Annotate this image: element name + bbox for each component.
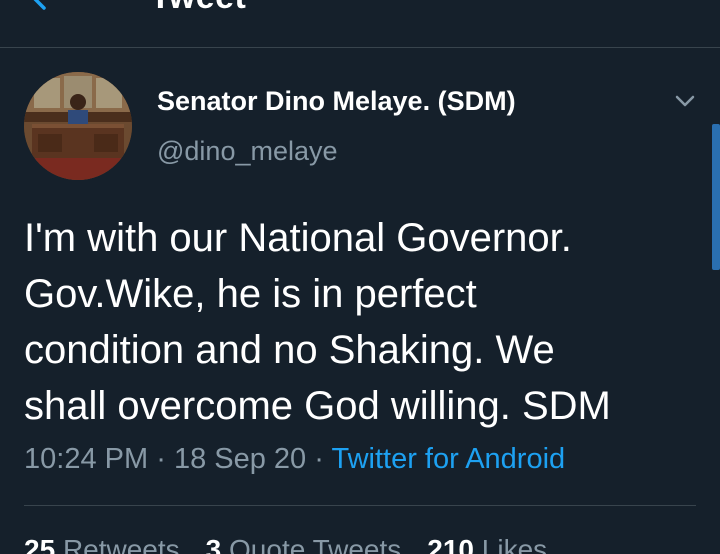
quote-tweets-count: 3 [205,534,222,554]
retweets-count: 25 [24,534,56,554]
quote-tweets-stat[interactable]: 3 Quote Tweets [206,534,402,554]
meta-separator: · [156,443,166,475]
scrollbar[interactable] [712,124,720,270]
chevron-down-icon [675,95,695,107]
likes-stat[interactable]: 210 Likes [427,534,547,554]
tweet-source-link[interactable]: Twitter for Android [331,443,565,475]
tweet-text-line: Gov.Wike, he is in perfect [24,272,477,316]
tweet-text-line: condition and no Shaking. We [24,328,555,372]
avatar[interactable] [24,72,132,180]
tweet-time: 10:24 PM [24,443,149,475]
more-options-button[interactable] [672,92,698,112]
arrow-left-icon [33,0,46,10]
page-title: Tweet [150,0,246,17]
tweet-text: I'm with our National Governor. Gov.Wike… [24,210,694,434]
meta-separator: · [314,443,324,475]
avatar-photo [24,72,132,180]
likes-count: 210 [427,534,474,554]
tweet-date: 18 Sep 20 [173,443,307,475]
tweet-detail-screen: Tweet Senator Dino Melaye. (SDM) @dino_m… [0,0,720,554]
tweet-text-line: I'm with our National Governor. [24,216,572,260]
meta-divider [24,505,696,506]
likes-label: Likes [481,534,548,554]
back-button[interactable] [30,0,70,16]
tweet-meta: 10:24 PM · 18 Sep 20 · Twitter for Andro… [24,443,565,476]
author-handle[interactable]: @dino_melaye [157,136,338,167]
top-app-bar: Tweet [0,0,720,48]
quote-tweets-label: Quote Tweets [229,534,402,554]
author-name[interactable]: Senator Dino Melaye. (SDM) [157,86,516,117]
retweets-stat[interactable]: 25 Retweets [24,534,180,554]
tweet-stats: 25 Retweets 3 Quote Tweets 210 Likes [24,534,547,554]
header-divider [0,47,720,48]
tweet-text-line: shall overcome God willing. SDM [24,384,611,428]
retweets-label: Retweets [62,534,180,554]
